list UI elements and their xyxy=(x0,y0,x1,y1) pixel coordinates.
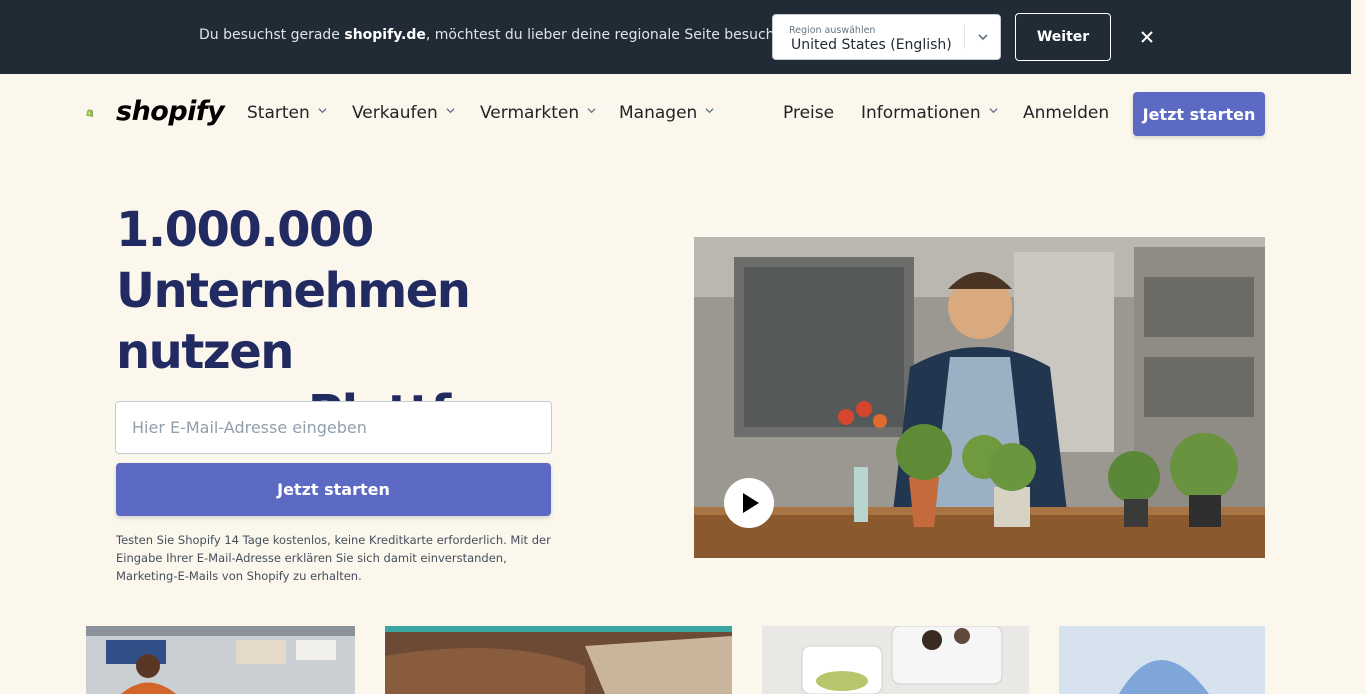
nav-item-preise[interactable]: Preise xyxy=(783,103,834,123)
chevron-down-icon xyxy=(446,108,455,114)
shopify-bag-icon[interactable] xyxy=(86,95,116,131)
nav-label: Starten xyxy=(247,103,310,123)
feature-image-cap xyxy=(1059,626,1265,694)
select-divider xyxy=(964,25,965,49)
chevron-down-icon xyxy=(978,34,988,41)
chevron-down-icon xyxy=(318,108,327,114)
region-select-value: United States (English) xyxy=(791,37,952,53)
hero-title-line: 1.000.000 xyxy=(116,202,374,258)
hero-video[interactable] xyxy=(694,237,1265,558)
region-select[interactable]: Region auswählen United States (English) xyxy=(772,14,1001,60)
region-message: Du besuchst gerade shopify.de, möchtest … xyxy=(199,27,799,43)
nav-item-anmelden[interactable]: Anmelden xyxy=(1023,103,1109,123)
continue-button[interactable]: Weiter xyxy=(1015,13,1111,61)
nav-label: Informationen xyxy=(861,103,981,123)
region-select-label: Region auswählen xyxy=(789,25,876,36)
nav-label: Vermarkten xyxy=(480,103,580,123)
play-icon xyxy=(743,493,759,513)
hero-title-line: Unternehmen nutzen xyxy=(116,263,471,380)
video-thumbnail-image xyxy=(694,237,1265,558)
chevron-down-icon xyxy=(989,108,998,114)
trial-fineprint: Testen Sie Shopify 14 Tage kostenlos, ke… xyxy=(116,533,551,583)
feature-image-hands xyxy=(385,626,732,694)
email-input[interactable] xyxy=(115,401,552,454)
nav-label: Verkaufen xyxy=(352,103,438,123)
region-domain: shopify.de xyxy=(344,27,426,43)
nav-item-verkaufen[interactable]: Verkaufen xyxy=(352,103,455,123)
get-started-hero-button[interactable]: Jetzt starten xyxy=(116,463,551,516)
nav-item-managen[interactable]: Managen xyxy=(619,103,714,123)
nav-label: Anmelden xyxy=(1023,103,1110,123)
shopify-logo-text[interactable]: shopify xyxy=(116,96,225,127)
region-banner: Du besuchst gerade shopify.de, möchtest … xyxy=(0,0,1351,74)
feature-image-phone xyxy=(762,626,1029,694)
close-icon[interactable] xyxy=(1138,28,1156,46)
nav-label: Managen xyxy=(619,103,698,123)
nav-item-starten[interactable]: Starten xyxy=(247,103,327,123)
region-text-after: , möchtest du lieber deine regionale Sei… xyxy=(425,27,800,43)
feature-image-warehouse xyxy=(86,626,355,694)
region-text-before: Du besuchst gerade xyxy=(199,27,345,43)
nav-item-vermarkten[interactable]: Vermarkten xyxy=(480,103,596,123)
get-started-nav-button[interactable]: Jetzt starten xyxy=(1133,92,1265,136)
chevron-down-icon xyxy=(587,108,596,114)
nav-item-informationen[interactable]: Informationen xyxy=(861,103,998,123)
chevron-down-icon xyxy=(705,108,714,114)
play-button[interactable] xyxy=(724,478,774,528)
nav-label: Preise xyxy=(783,103,835,123)
